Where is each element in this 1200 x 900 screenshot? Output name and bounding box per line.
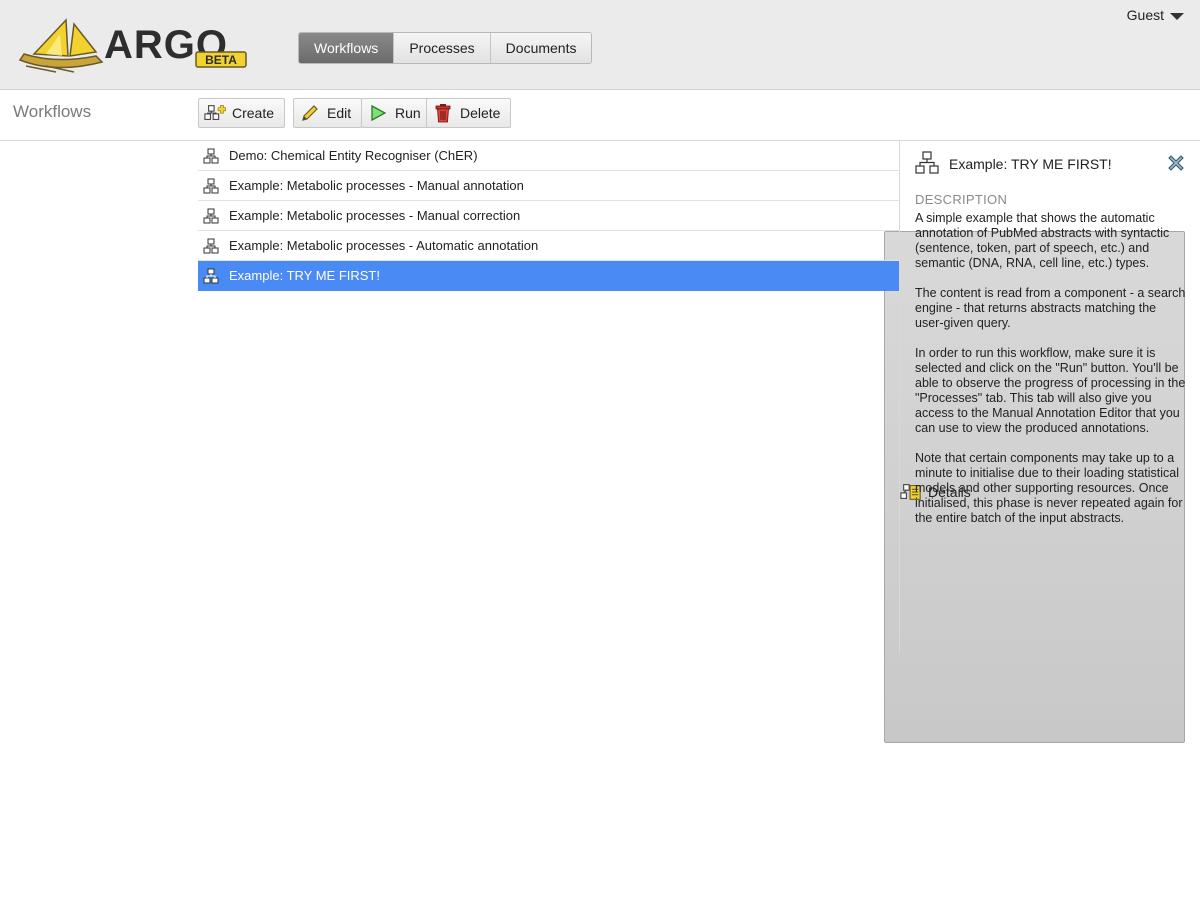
workflow-tree-icon xyxy=(202,267,220,285)
list-item[interactable]: Example: Metabolic processes - Manual co… xyxy=(198,201,900,231)
list-item-label: Demo: Chemical Entity Recogniser (ChER) xyxy=(229,148,478,163)
list-item-label: Example: Metabolic processes - Manual co… xyxy=(229,208,521,223)
trash-icon xyxy=(432,102,454,124)
details-header: Example: TRY ME FIRST! xyxy=(915,150,1186,178)
argo-logo[interactable]: ARGO BETA xyxy=(16,14,251,74)
workflow-tree-icon xyxy=(202,207,220,225)
caret-down-icon xyxy=(1170,12,1184,20)
tab-workflows[interactable]: Workflows xyxy=(299,33,394,63)
delete-label: Delete xyxy=(460,105,501,121)
user-menu[interactable]: Guest xyxy=(1127,7,1184,23)
workflow-list: Demo: Chemical Entity Recogniser (ChER) … xyxy=(198,141,900,291)
tab-processes[interactable]: Processes xyxy=(393,33,490,63)
workflow-tree-icon xyxy=(915,150,939,178)
tab-documents[interactable]: Documents xyxy=(489,33,592,63)
description-body: A simple example that shows the automati… xyxy=(915,211,1186,526)
description-label: DESCRIPTION xyxy=(915,192,1008,207)
pencil-icon xyxy=(299,102,321,124)
workflow-tree-icon xyxy=(202,147,220,165)
delete-button[interactable]: Delete xyxy=(426,98,512,128)
description-paragraph: In order to run this workflow, make sure… xyxy=(915,346,1186,435)
create-workflow-icon xyxy=(204,102,226,124)
description-paragraph: The content is read from a component - a… xyxy=(915,286,1186,330)
edit-label: Edit xyxy=(327,105,352,121)
description-paragraph: A simple example that shows the automati… xyxy=(915,211,1170,270)
run-button[interactable]: Run xyxy=(361,98,432,128)
list-item-label: Example: Metabolic processes - Manual an… xyxy=(229,178,524,193)
list-item[interactable]: Example: Metabolic processes - Automatic… xyxy=(198,231,900,261)
create-button[interactable]: Create xyxy=(198,98,286,128)
list-item-label: Example: TRY ME FIRST! xyxy=(229,268,380,283)
toolbar: Workflows Create Edit Run Delete Details xyxy=(0,90,1200,743)
list-item-label: Example: Metabolic processes - Automatic… xyxy=(229,238,539,253)
close-icon[interactable] xyxy=(1166,153,1186,173)
list-item[interactable]: Demo: Chemical Entity Recogniser (ChER) xyxy=(198,141,900,171)
app-header: ARGO BETA Workflows Processes Documents … xyxy=(0,0,1200,90)
section-title: Workflows xyxy=(13,102,92,121)
user-label: Guest xyxy=(1126,7,1164,23)
edit-button[interactable]: Edit xyxy=(293,98,363,128)
svg-text:BETA: BETA xyxy=(205,53,237,67)
workflow-tree-icon xyxy=(202,237,220,255)
list-item-selected[interactable]: Example: TRY ME FIRST! xyxy=(198,261,900,291)
details-title: Example: TRY ME FIRST! xyxy=(949,156,1112,172)
workflow-tree-icon xyxy=(202,177,220,195)
run-label: Run xyxy=(395,105,421,121)
play-icon xyxy=(367,102,389,124)
create-label: Create xyxy=(232,105,275,121)
list-item[interactable]: Example: Metabolic processes - Manual an… xyxy=(198,171,900,201)
details-panel: Example: TRY ME FIRST! DESCRIPTION A sim… xyxy=(899,141,1200,653)
description-paragraph: Note that certain components may take up… xyxy=(915,451,1183,525)
main-nav: Workflows Processes Documents xyxy=(298,32,593,64)
